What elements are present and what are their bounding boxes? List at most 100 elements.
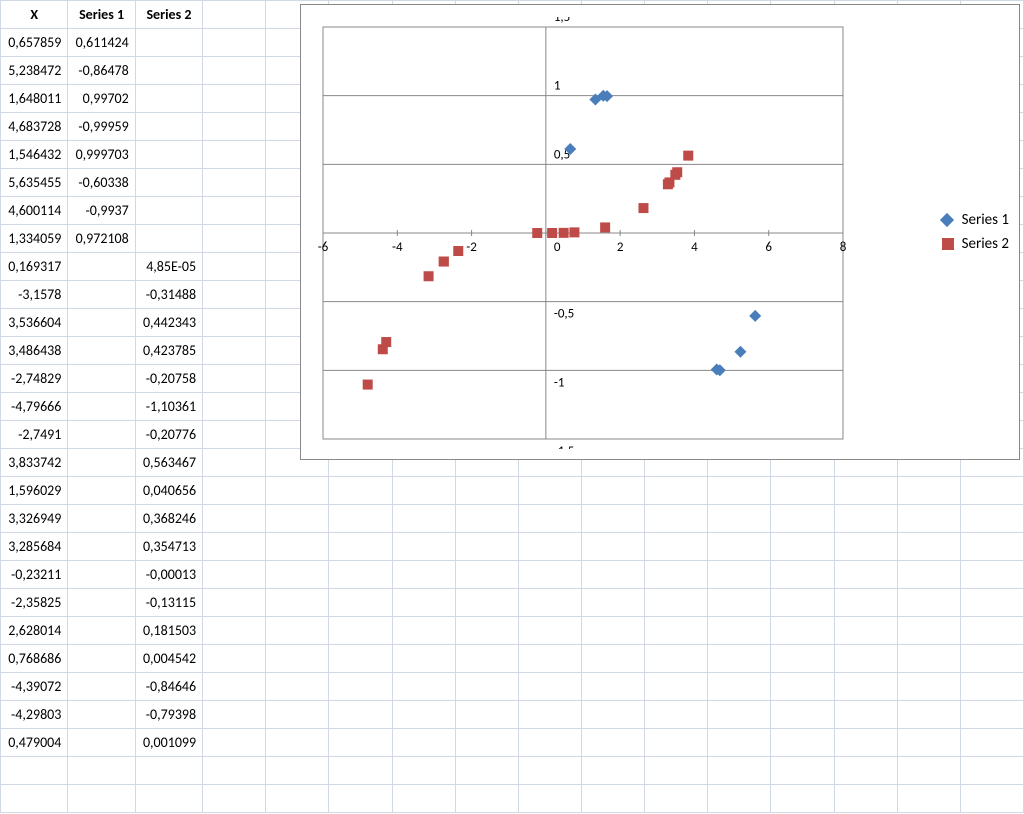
cell[interactable]: -4,29803 <box>1 701 68 729</box>
cell[interactable] <box>455 701 518 729</box>
cell[interactable] <box>834 757 897 785</box>
cell[interactable] <box>581 617 644 645</box>
cell[interactable] <box>135 141 202 169</box>
cell[interactable] <box>518 589 581 617</box>
legend-item-series1[interactable]: Series 1 <box>942 211 1009 229</box>
cell[interactable] <box>392 477 455 505</box>
cell[interactable] <box>392 617 455 645</box>
cell[interactable] <box>834 645 897 673</box>
cell[interactable] <box>135 57 202 85</box>
cell[interactable] <box>455 589 518 617</box>
cell[interactable] <box>834 505 897 533</box>
cell[interactable]: 3,326949 <box>1 505 68 533</box>
cell[interactable]: 5,238472 <box>1 57 68 85</box>
cell[interactable] <box>68 701 135 729</box>
cell[interactable]: 0,423785 <box>135 337 202 365</box>
scatter-chart[interactable]: -6-4-202468-1,5-1-0,50,511,5 Series 1 Se… <box>300 4 1020 460</box>
cell[interactable] <box>708 589 771 617</box>
cell[interactable] <box>834 785 897 813</box>
cell[interactable]: -0,79398 <box>135 701 202 729</box>
cell[interactable] <box>203 785 266 813</box>
cell[interactable] <box>203 365 266 393</box>
cell[interactable] <box>960 729 1023 757</box>
cell[interactable] <box>897 477 960 505</box>
cell[interactable] <box>897 589 960 617</box>
cell[interactable] <box>581 701 644 729</box>
cell[interactable] <box>266 589 329 617</box>
cell[interactable] <box>645 477 708 505</box>
cell[interactable] <box>203 505 266 533</box>
cell[interactable] <box>645 701 708 729</box>
cell[interactable] <box>329 673 392 701</box>
cell[interactable] <box>645 673 708 701</box>
cell[interactable] <box>960 589 1023 617</box>
cell[interactable] <box>203 29 266 57</box>
cell[interactable] <box>203 729 266 757</box>
cell[interactable] <box>266 785 329 813</box>
cell[interactable] <box>68 365 135 393</box>
cell[interactable] <box>771 673 834 701</box>
cell[interactable] <box>203 589 266 617</box>
cell[interactable] <box>135 225 202 253</box>
cell[interactable]: 0,99702 <box>68 85 135 113</box>
cell[interactable]: 0,972108 <box>68 225 135 253</box>
cell[interactable] <box>771 701 834 729</box>
cell[interactable] <box>771 589 834 617</box>
cell[interactable] <box>897 729 960 757</box>
cell[interactable] <box>392 561 455 589</box>
cell[interactable] <box>960 785 1023 813</box>
cell[interactable] <box>392 673 455 701</box>
cell[interactable] <box>708 477 771 505</box>
cell[interactable] <box>392 757 455 785</box>
cell[interactable] <box>771 617 834 645</box>
cell[interactable]: 3,536604 <box>1 309 68 337</box>
cell[interactable] <box>203 85 266 113</box>
cell[interactable] <box>518 533 581 561</box>
legend-item-series2[interactable]: Series 2 <box>942 235 1009 253</box>
cell[interactable] <box>834 617 897 645</box>
cell[interactable]: 0,563467 <box>135 449 202 477</box>
cell[interactable] <box>960 477 1023 505</box>
cell[interactable] <box>645 785 708 813</box>
cell[interactable] <box>581 729 644 757</box>
cell[interactable] <box>834 533 897 561</box>
col-header-series2[interactable]: Series 2 <box>135 1 202 29</box>
cell[interactable] <box>266 561 329 589</box>
cell[interactable] <box>518 729 581 757</box>
cell[interactable] <box>834 701 897 729</box>
cell[interactable]: 0,999703 <box>68 141 135 169</box>
cell[interactable] <box>518 505 581 533</box>
cell[interactable] <box>329 505 392 533</box>
cell[interactable] <box>266 645 329 673</box>
cell[interactable] <box>645 533 708 561</box>
cell[interactable] <box>68 393 135 421</box>
cell[interactable] <box>518 757 581 785</box>
cell[interactable]: -2,7491 <box>1 421 68 449</box>
cell[interactable] <box>329 785 392 813</box>
cell[interactable] <box>203 645 266 673</box>
cell[interactable]: 3,486438 <box>1 337 68 365</box>
cell[interactable]: 0,657859 <box>1 29 68 57</box>
cell[interactable] <box>645 645 708 673</box>
cell[interactable] <box>645 589 708 617</box>
cell[interactable] <box>203 309 266 337</box>
col-header-series1[interactable]: Series 1 <box>68 1 135 29</box>
cell[interactable]: -0,13115 <box>135 589 202 617</box>
cell[interactable] <box>581 757 644 785</box>
cell[interactable] <box>392 645 455 673</box>
cell[interactable] <box>203 533 266 561</box>
cell[interactable] <box>960 561 1023 589</box>
cell[interactable] <box>518 701 581 729</box>
cell[interactable] <box>708 533 771 561</box>
cell[interactable]: -0,20776 <box>135 421 202 449</box>
cell[interactable] <box>518 645 581 673</box>
cell[interactable] <box>708 785 771 813</box>
cell[interactable] <box>392 533 455 561</box>
cell[interactable] <box>581 533 644 561</box>
cell[interactable]: 5,635455 <box>1 169 68 197</box>
cell[interactable] <box>771 477 834 505</box>
cell[interactable]: -0,23211 <box>1 561 68 589</box>
cell[interactable] <box>897 645 960 673</box>
cell[interactable] <box>960 617 1023 645</box>
cell[interactable] <box>329 729 392 757</box>
